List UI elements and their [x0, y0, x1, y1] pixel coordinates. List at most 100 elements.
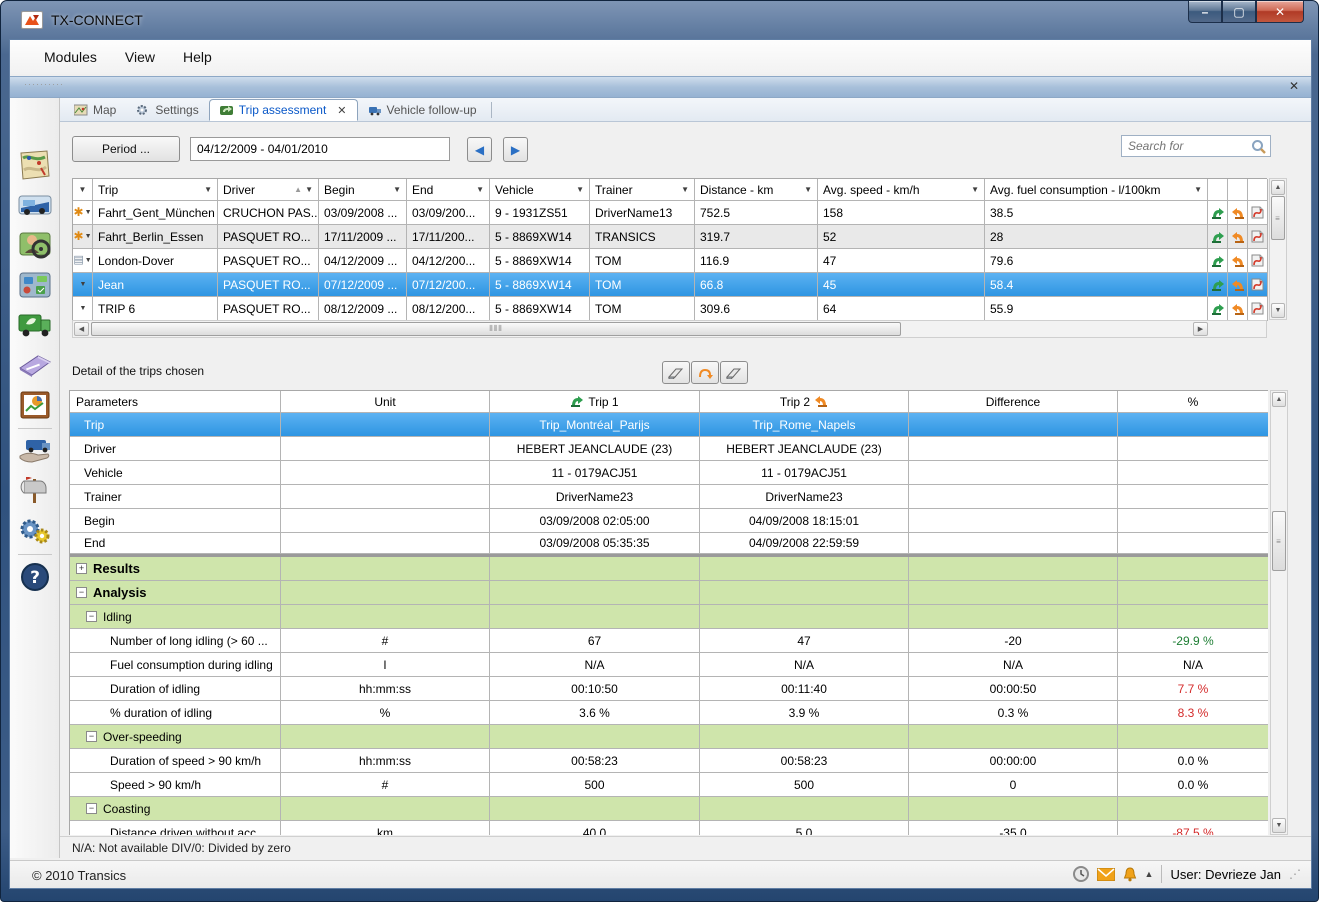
route-map-icon[interactable] — [1248, 225, 1268, 249]
truck-icon[interactable] — [17, 188, 53, 222]
tab-close-icon[interactable]: ✕ — [337, 104, 346, 117]
tab-map[interactable]: Map — [64, 99, 126, 121]
detail-row[interactable]: Distance driven without acc...km40.05.0-… — [70, 821, 1268, 835]
scroll-down-icon[interactable]: ▼ — [1272, 818, 1286, 833]
collapse-icon[interactable]: − — [86, 803, 97, 814]
assign-trip1-green-arrow-icon[interactable] — [1208, 249, 1228, 273]
assign-trip2-orange-arrow-icon[interactable] — [1228, 273, 1248, 297]
detail-row[interactable]: DriverHEBERT JEANCLAUDE (23)HEBERT JEANC… — [70, 437, 1268, 461]
route-map-icon[interactable] — [1248, 249, 1268, 273]
clock-icon[interactable] — [1073, 866, 1089, 882]
detail-row[interactable]: TripTrip_Montréal_ParijsTrip_Rome_Napels — [70, 413, 1268, 437]
detail-row[interactable]: −Coasting — [70, 797, 1268, 821]
expand-icon[interactable]: + — [76, 563, 87, 574]
scroll-right-icon[interactable]: ▶ — [1193, 322, 1208, 336]
assign-trip2-orange-arrow-icon[interactable] — [1228, 225, 1248, 249]
trips-vertical-scrollbar[interactable]: ▲ ≡ ▼ — [1269, 178, 1287, 320]
trip-row[interactable]: ▼ Fahrt_Gent_München CRUCHON PAS... 03/0… — [73, 201, 1267, 225]
route-map-icon[interactable] — [1248, 297, 1268, 321]
erase-trip2-button[interactable] — [720, 361, 748, 384]
assign-trip2-orange-arrow-icon[interactable] — [1228, 201, 1248, 225]
menu-help[interactable]: Help — [171, 45, 224, 69]
period-button[interactable]: Period ... — [72, 136, 180, 162]
detail-row[interactable]: −Analysis — [70, 581, 1268, 605]
assign-trip1-green-arrow-icon[interactable] — [1208, 225, 1228, 249]
detail-row[interactable]: TrainerDriverName23DriverName23 — [70, 485, 1268, 509]
planning-board-icon[interactable] — [17, 268, 53, 302]
trips-column-header[interactable]: Driver▲▼ — [218, 179, 319, 201]
menu-view[interactable]: View — [113, 45, 167, 69]
col-trip1[interactable]: Trip 1 — [490, 391, 700, 413]
detail-row[interactable]: Speed > 90 km/h#50050000.0 % — [70, 773, 1268, 797]
gears-icon[interactable] — [17, 514, 53, 548]
row-selector-header[interactable]: ▼ — [73, 179, 93, 201]
driver-icon[interactable] — [17, 228, 53, 262]
trips-column-header[interactable]: Trainer▲▼ — [590, 179, 695, 201]
previous-period-button[interactable]: ◀ — [467, 137, 492, 162]
row-selector-cell[interactable]: ▼ — [73, 273, 93, 297]
swap-trips-button[interactable] — [691, 361, 719, 384]
assign-trip2-orange-arrow-icon[interactable] — [1228, 249, 1248, 273]
detail-row[interactable]: % duration of idling%3.6 %3.9 %0.3 %8.3 … — [70, 701, 1268, 725]
tab-trip-assessment[interactable]: Trip assessment ✕ — [209, 99, 358, 121]
collapse-icon[interactable]: − — [86, 611, 97, 622]
trip-row[interactable]: ▼ TRIP 6 PASQUET RO... 08/12/2009 ... 08… — [73, 297, 1267, 321]
fleet-hand-icon[interactable] — [17, 434, 53, 468]
trips-column-header[interactable]: Begin▲▼ — [319, 179, 407, 201]
search-icon[interactable] — [1251, 139, 1270, 154]
trip-row[interactable]: ▼ Fahrt_Berlin_Essen PASQUET RO... 17/11… — [73, 225, 1267, 249]
trips-column-header[interactable]: Distance - km▲▼ — [695, 179, 818, 201]
trips-column-header[interactable]: Trip▲▼ — [93, 179, 218, 201]
tab-vehicle-follow-up[interactable]: Vehicle follow-up — [358, 99, 487, 121]
panel-close-icon[interactable]: ✕ — [1285, 79, 1303, 95]
trips-column-header[interactable]: Avg. speed - km/h▲▼ — [818, 179, 985, 201]
detail-row[interactable]: Number of long idling (> 60 ...#6747-20-… — [70, 629, 1268, 653]
trips-column-header[interactable]: End▲▼ — [407, 179, 490, 201]
assign-trip1-green-arrow-icon[interactable] — [1208, 201, 1228, 225]
row-selector-cell[interactable]: ▼ — [73, 201, 93, 225]
resize-grip[interactable]: ⋰ — [1289, 867, 1301, 881]
toolbar-drag-handle[interactable]: ·········· — [24, 79, 64, 89]
menu-modules[interactable]: Modules — [32, 45, 109, 69]
assign-trip2-orange-arrow-icon[interactable] — [1228, 297, 1248, 321]
collapse-icon[interactable]: − — [86, 731, 97, 742]
detail-row[interactable]: Duration of idlinghh:mm:ss00:10:5000:11:… — [70, 677, 1268, 701]
detail-row[interactable]: Fuel consumption during idlinglN/AN/AN/A… — [70, 653, 1268, 677]
search-input[interactable] — [1122, 139, 1251, 153]
map-icon[interactable] — [17, 148, 53, 182]
col-unit[interactable]: Unit — [281, 391, 490, 413]
row-selector-cell[interactable]: ▼ — [73, 297, 93, 321]
maximize-button[interactable]: ▢ — [1222, 1, 1256, 23]
scroll-thumb[interactable]: ≡ — [1271, 196, 1285, 240]
tab-settings[interactable]: Settings — [126, 99, 208, 121]
status-expand-icon[interactable]: ▲ — [1145, 869, 1154, 879]
trips-horizontal-scrollbar[interactable]: ◀ ⦀⦀⦀ ▶ — [72, 320, 1267, 338]
assign-trip1-green-arrow-icon[interactable] — [1208, 273, 1228, 297]
scroll-up-icon[interactable]: ▲ — [1271, 180, 1285, 195]
mailbox-icon[interactable] — [17, 474, 53, 508]
next-period-button[interactable]: ▶ — [503, 137, 528, 162]
detail-row[interactable]: −Idling — [70, 605, 1268, 629]
scroll-thumb[interactable]: ⦀⦀⦀ — [91, 322, 901, 336]
detail-row[interactable]: Begin03/09/2008 02:05:0004/09/2008 18:15… — [70, 509, 1268, 533]
row-selector-cell[interactable]: ▼ — [73, 249, 93, 273]
period-range-field[interactable] — [190, 137, 450, 161]
detail-row[interactable]: +Results — [70, 557, 1268, 581]
close-button[interactable]: ✕ — [1256, 1, 1304, 23]
route-map-icon[interactable] — [1248, 201, 1268, 225]
messages-envelope-icon[interactable] — [1097, 868, 1115, 881]
reports-icon[interactable] — [17, 388, 53, 422]
scroll-thumb[interactable]: ≡ — [1272, 511, 1286, 571]
col-trip2[interactable]: Trip 2 — [700, 391, 909, 413]
minimize-button[interactable]: – — [1188, 1, 1222, 23]
scroll-left-icon[interactable]: ◀ — [74, 322, 89, 336]
trip-row[interactable]: ▼ London-Dover PASQUET RO... 04/12/2009 … — [73, 249, 1267, 273]
alerts-bell-icon[interactable] — [1123, 867, 1137, 882]
trips-column-header[interactable]: Vehicle▲▼ — [490, 179, 590, 201]
col-difference[interactable]: Difference — [909, 391, 1118, 413]
col-parameters[interactable]: Parameters — [70, 391, 281, 413]
trips-column-header[interactable]: Avg. fuel consumption - l/100km▲▼ — [985, 179, 1208, 201]
detail-row[interactable]: Vehicle11 - 0179ACJ5111 - 0179ACJ51 — [70, 461, 1268, 485]
row-selector-cell[interactable]: ▼ — [73, 225, 93, 249]
scroll-up-icon[interactable]: ▲ — [1272, 392, 1286, 407]
